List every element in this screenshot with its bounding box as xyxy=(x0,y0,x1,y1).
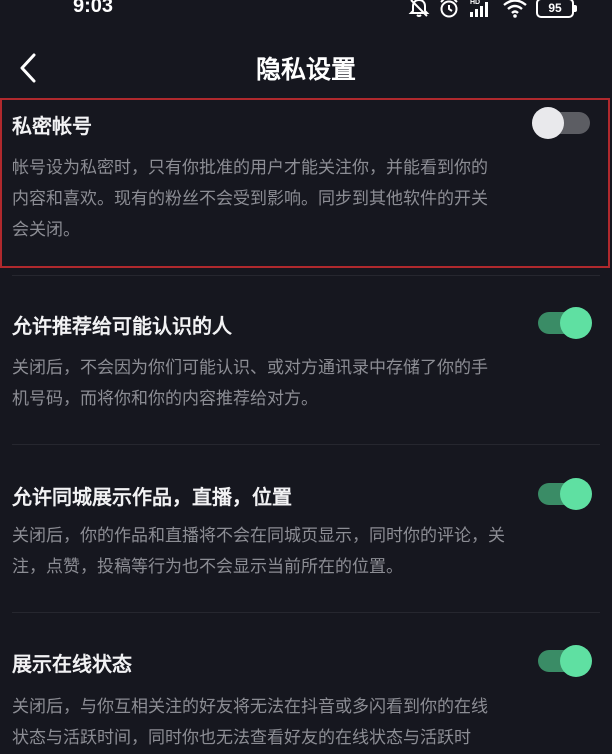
setting-description: 关闭后，不会因为你们可能认识、或对方通讯录中存储了你的手 机号码，而将你和你的内… xyxy=(12,353,592,415)
alarm-icon xyxy=(440,0,458,18)
setting-description: 帐号设为私密时，只有你批准的用户才能关注你，并能看到你的 内容和喜欢。现有的粉丝… xyxy=(12,153,592,246)
description-line: 关闭后，不会因为你们可能认识、或对方通讯录中存储了你的手 xyxy=(12,358,488,378)
setting-recommend-to-acquaintances: 允许推荐给可能认识的人 关闭后，不会因为你们可能认识、或对方通讯录中存储了你的手… xyxy=(0,307,612,430)
signal-icon: HD xyxy=(470,0,488,17)
description-line: 关闭后，与你互相关注的好友将无法在抖音或多闪看到你的在线 xyxy=(12,697,488,717)
description-line: 内容和喜欢。现有的粉丝不会受到影响。同步到其他软件的开关 xyxy=(12,189,488,209)
divider xyxy=(12,275,600,276)
description-line: 关闭后，你的作品和直播将不会在同城页显示，同时你的评论，关 xyxy=(12,526,505,546)
page-title: 隐私设置 xyxy=(255,55,356,84)
setting-online-status: 展示在线状态 关闭后，与你互相关注的好友将无法在抖音或多闪看到你的在线 状态与活… xyxy=(0,645,612,749)
setting-title: 允许同城展示作品，直播，位置 xyxy=(12,485,292,509)
private-account-toggle[interactable] xyxy=(532,107,590,139)
divider xyxy=(12,444,600,445)
setting-description: 关闭后，你的作品和直播将不会在同城页显示，同时你的评论，关 注，点赞，投稿等行为… xyxy=(12,521,592,583)
hd-label: HD xyxy=(470,0,480,6)
local-display-toggle[interactable] xyxy=(532,478,592,510)
setting-title: 允许推荐给可能认识的人 xyxy=(12,314,232,338)
wifi-icon xyxy=(503,0,527,18)
recommend-toggle[interactable] xyxy=(532,307,592,339)
status-time: 9:03 xyxy=(73,0,114,17)
battery-icon: 95 xyxy=(536,0,577,18)
status-bar: 9:03 HD 95 xyxy=(0,0,612,30)
setting-title: 私密帐号 xyxy=(12,114,92,138)
online-status-toggle[interactable] xyxy=(532,645,592,677)
description-line: 机号码，而将你和你的内容推荐给对方。 xyxy=(12,389,318,409)
status-icons: HD 95 xyxy=(408,0,577,20)
setting-title: 展示在线状态 xyxy=(12,652,132,676)
description-line: 状态与活跃时间，同时你也无法查看好友的在线状态与活跃时 xyxy=(12,728,471,748)
description-line: 会关闭。 xyxy=(12,220,80,240)
divider xyxy=(12,612,600,613)
bell-off-icon xyxy=(408,0,430,17)
description-line: 注，点赞，投稿等行为也不会显示当前所在的位置。 xyxy=(12,557,403,577)
battery-level: 95 xyxy=(548,1,562,15)
setting-private-account: 私密帐号 帐号设为私密时，只有你批准的用户才能关注你，并能看到你的 内容和喜欢。… xyxy=(0,107,612,270)
nav-bar: 隐私设置 xyxy=(0,40,612,96)
setting-description: 关闭后，与你互相关注的好友将无法在抖音或多闪看到你的在线 状态与活跃时间，同时你… xyxy=(12,692,592,754)
description-line: 帐号设为私密时，只有你批准的用户才能关注你，并能看到你的 xyxy=(12,158,488,178)
setting-local-display: 允许同城展示作品，直播，位置 关闭后，你的作品和直播将不会在同城页显示，同时你的… xyxy=(0,478,612,601)
